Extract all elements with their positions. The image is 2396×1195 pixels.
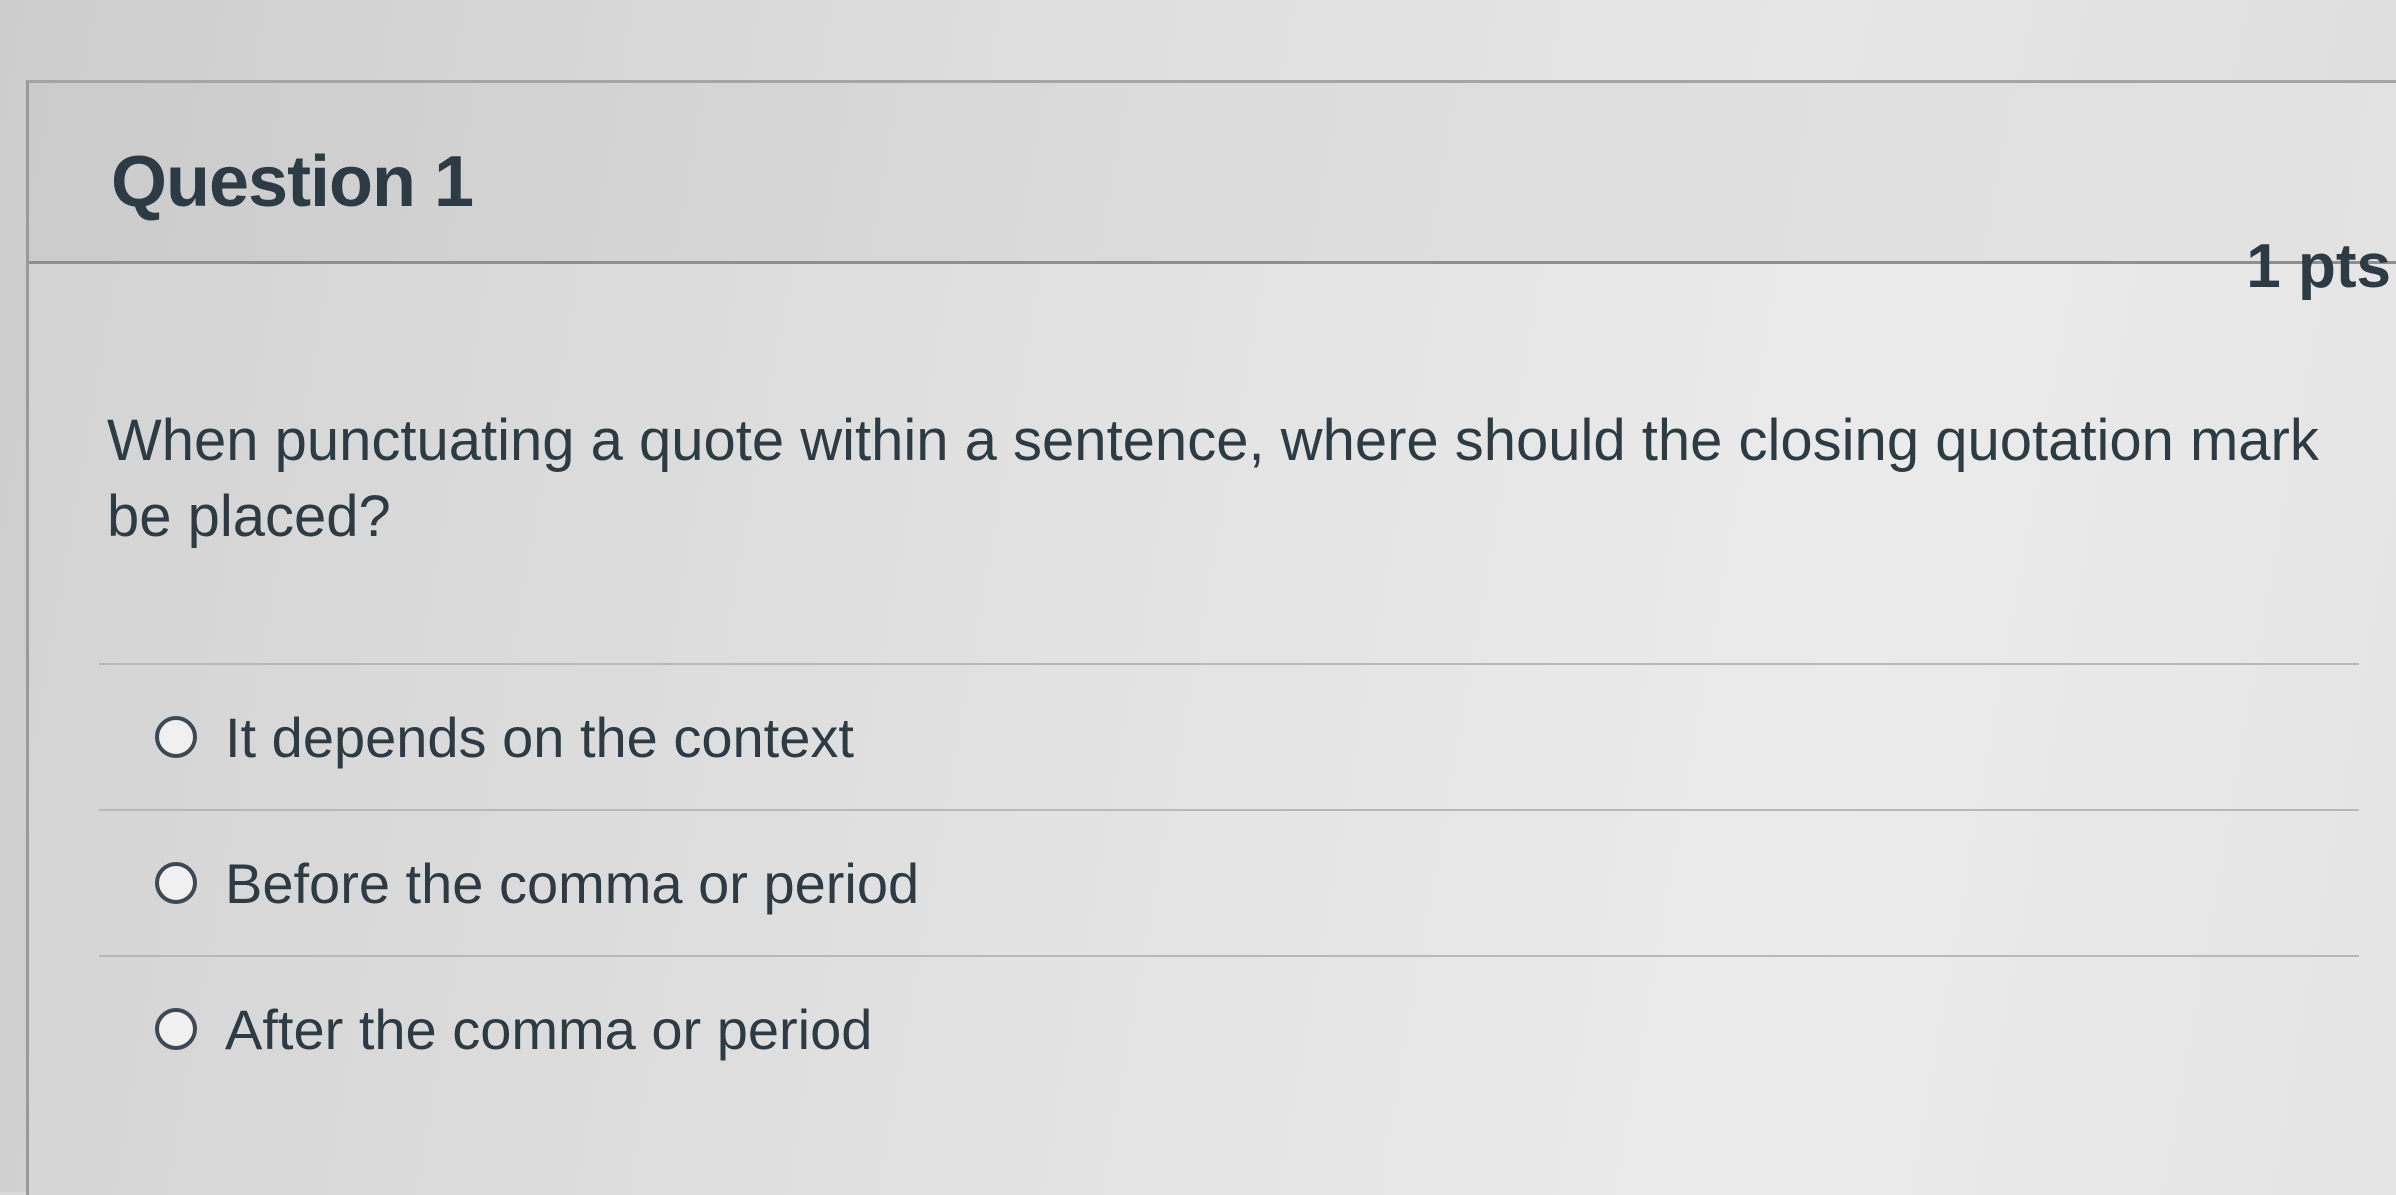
answer-label: It depends on the context <box>225 705 854 769</box>
answer-option-1[interactable]: It depends on the context <box>99 665 2359 809</box>
page-background: Question 1 1 pts When punctuating a quot… <box>0 0 2396 1195</box>
radio-button-icon[interactable] <box>155 716 197 758</box>
radio-button-icon[interactable] <box>155 1008 197 1050</box>
answer-option-2[interactable]: Before the comma or period <box>99 811 2359 955</box>
question-points: 1 pts <box>2246 232 2391 301</box>
question-title: Question 1 <box>111 142 474 222</box>
question-card: Question 1 1 pts When punctuating a quot… <box>26 80 2396 1195</box>
answer-option-3[interactable]: After the comma or period <box>99 957 2359 1101</box>
answer-label: Before the comma or period <box>225 851 920 915</box>
answer-label: After the comma or period <box>225 997 873 1061</box>
question-text: When punctuating a quote within a senten… <box>107 408 2319 549</box>
radio-button-icon[interactable] <box>155 862 197 904</box>
question-header: Question 1 <box>29 83 2396 264</box>
answer-list: It depends on the context Before the com… <box>99 663 2359 1101</box>
